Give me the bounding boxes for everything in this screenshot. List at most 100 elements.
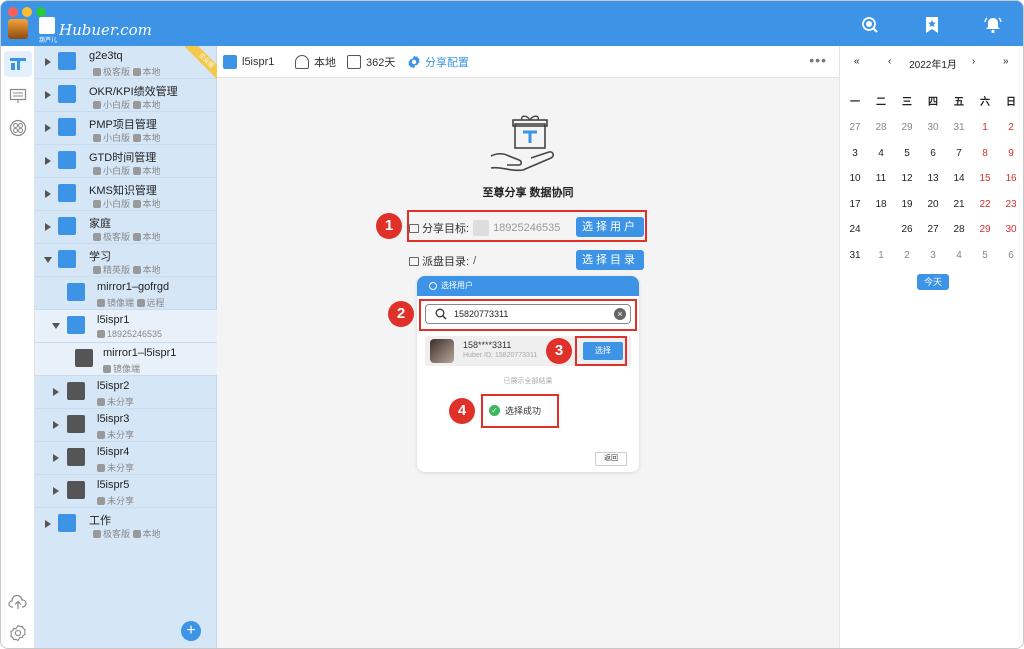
calendar-day[interactable]: 31 [842,246,868,266]
zoom-window-button[interactable] [36,7,46,17]
bell-icon[interactable] [984,16,1002,34]
logo-text: Hubuer.com [59,21,152,39]
tree-item[interactable]: mirror1–gofrgd 镜像端 远程 [35,277,217,310]
search-icon[interactable] [861,16,879,34]
calendar-day[interactable]: 18 [868,195,894,215]
calendar-day[interactable]: 17 [842,195,868,215]
space-name-label: l5ispr1 [242,56,275,68]
tree-item[interactable]: 学习 精英版 本地 [35,244,217,277]
user-avatar[interactable] [8,19,28,39]
select-dir-button[interactable]: 选择目录 [576,250,644,270]
calendar-day[interactable]: 20 [920,195,946,215]
space-name[interactable]: l5ispr1 [223,54,274,70]
calendar-day[interactable]: 5 [894,144,920,164]
calendar-day[interactable]: 29 [972,220,998,240]
expand-arrow-icon[interactable] [53,388,59,396]
calendar-day[interactable]: 31 [946,118,972,138]
calendar-day[interactable]: 4 [946,246,972,266]
calendar-day[interactable]: 4 [868,144,894,164]
expand-arrow-icon[interactable] [53,454,59,462]
tree-item[interactable]: l5ispr4 未分享 [35,442,217,475]
add-space-button[interactable]: + [181,621,201,641]
calendar-day[interactable]: 1 [972,118,998,138]
calendar-day[interactable]: 2 [998,118,1023,138]
calendar-day[interactable]: 28 [868,118,894,138]
calendar-day[interactable]: 29 [894,118,920,138]
calendar-day[interactable]: 12 [894,169,920,189]
collapse-arrow-icon[interactable] [44,257,52,263]
tree-item[interactable]: l5ispr5 未分享 [35,475,217,508]
calendar-day[interactable]: 9 [998,144,1023,164]
spaces-nav-icon[interactable] [4,51,32,77]
monitor-nav-icon[interactable] [4,83,32,109]
expand-arrow-icon[interactable] [45,157,51,165]
tree-item[interactable]: l5ispr3 未分享 [35,409,217,442]
tree-item[interactable]: 工作 极客版 本地 [35,508,217,541]
calendar-day[interactable]: 30 [920,118,946,138]
minimize-window-button[interactable] [22,7,32,17]
calendar-day[interactable]: 24 [842,220,868,240]
back-button[interactable]: 返回 [595,452,627,466]
tree-item[interactable]: 家庭 极客版 本地 [35,211,217,244]
calendar-day[interactable]: 7 [946,144,972,164]
calendar-day[interactable]: 26 [894,220,920,240]
tree-item[interactable]: KMS知识管理 小白版 本地 [35,178,217,211]
calendar-day[interactable]: 2 [894,246,920,266]
calendar-day[interactable]: 30 [998,220,1023,240]
expand-arrow-icon[interactable] [45,223,51,231]
tree-item[interactable]: mirror1–l5ispr1 镜像端 [35,343,217,376]
calendar-day[interactable]: 1 [868,246,894,266]
calendar-day[interactable]: 23 [998,195,1023,215]
bookmark-icon[interactable] [923,16,941,34]
calendar-day[interactable]: 16 [998,169,1023,189]
apps-nav-icon[interactable] [4,115,32,141]
cloud-upload-icon[interactable] [4,589,32,615]
calendar-day[interactable]: 28 [946,220,972,240]
next-month-button[interactable]: › [972,56,975,67]
calendar-day[interactable]: 13 [920,169,946,189]
calendar-day[interactable]: 27 [842,118,868,138]
calendar-day[interactable]: 22 [972,195,998,215]
calendar-day[interactable]: 21 [946,195,972,215]
share-config-tab[interactable]: 分享配置 [407,54,469,70]
calendar-day[interactable]: 6 [998,246,1023,266]
calendar-day[interactable]: 3 [920,246,946,266]
calendar-day[interactable]: 19 [894,195,920,215]
collapse-arrow-icon[interactable] [52,323,60,329]
calendar-day[interactable]: 27 [920,220,946,240]
close-window-button[interactable] [8,7,18,17]
calendar-day[interactable]: 10 [842,169,868,189]
today-button[interactable]: 今天 [917,274,949,290]
tree-item-edition: 小白版 [103,133,131,143]
next-year-button[interactable]: » [1003,56,1009,67]
tree-item-selected[interactable]: l5ispr1 18925246535 [35,310,217,343]
expand-arrow-icon[interactable] [53,421,59,429]
expand-arrow-icon[interactable] [53,487,59,495]
calendar-day-today[interactable]: 25 [868,216,894,241]
calendar-day[interactable]: 5 [972,246,998,266]
calendar-day[interactable]: 8 [972,144,998,164]
tree-item[interactable]: GTD时间管理 小白版 本地 [35,145,217,178]
calendar-day[interactable]: 15 [972,169,998,189]
calendar-day[interactable]: 11 [868,169,894,189]
expand-arrow-icon[interactable] [45,520,51,528]
tree-item[interactable]: OKR/KPI绩效管理 小白版 本地 [35,79,217,112]
home-icon [132,200,141,208]
share-status-icon [97,464,105,472]
expand-arrow-icon[interactable] [45,124,51,132]
dialog-header: 选择用户 [417,276,639,296]
expand-arrow-icon[interactable] [45,91,51,99]
expand-arrow-icon[interactable] [45,190,51,198]
calendar-day[interactable]: 14 [946,169,972,189]
more-options-button[interactable]: ••• [809,52,827,68]
space-icon [58,217,76,235]
expand-arrow-icon[interactable] [45,58,51,66]
tree-item[interactable]: PMP项目管理 小白版 本地 [35,112,217,145]
tree-item[interactable]: g2e3tq 极客版 本地 企业版 [35,46,217,82]
step-marker-4: 4 [449,398,475,424]
calendar-day[interactable]: 6 [920,144,946,164]
calendar-day[interactable]: 3 [842,144,868,164]
settings-icon[interactable] [4,620,32,646]
weekday-label: 三 [902,97,912,108]
tree-item[interactable]: l5ispr2 未分享 [35,376,217,409]
